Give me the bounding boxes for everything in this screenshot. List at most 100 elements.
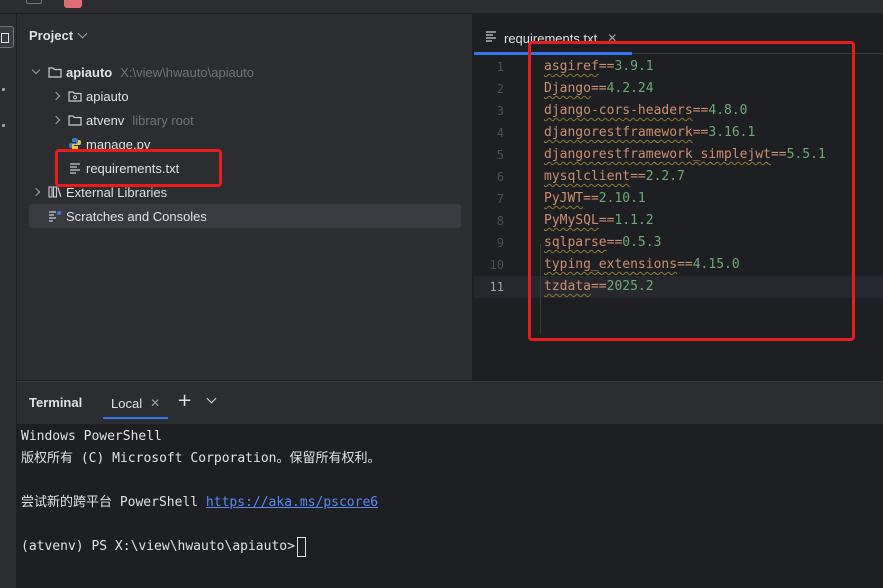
line-number: 3: [496, 104, 504, 118]
tree-item-external-libraries[interactable]: External Libraries: [29, 180, 167, 204]
folder-icon: [67, 112, 83, 128]
code-line[interactable]: sqlparse==0.5.3: [544, 232, 661, 254]
package-name: PyMySQL: [544, 213, 599, 228]
library-root-note: library root: [132, 112, 194, 128]
line-number: 11: [489, 280, 504, 294]
tree-item-apiauto[interactable]: apiauto: [49, 84, 129, 108]
python-file-icon: [67, 136, 83, 152]
package-name: typing_extensions: [544, 257, 678, 272]
chevron-right-icon[interactable]: [29, 184, 45, 200]
package-name: asgiref: [544, 59, 599, 74]
folder-icon: [47, 64, 63, 80]
line-number: 8: [496, 214, 504, 228]
line-number: 10: [489, 258, 504, 272]
version-operator: ==: [692, 103, 709, 118]
terminal-text: 尝试新的跨平台 PowerShell: [21, 495, 206, 510]
line-number-gutter: 1 2 3 4 5 6 7 8 9 10 11: [474, 55, 536, 380]
version-operator: ==: [598, 59, 615, 74]
plus-icon[interactable]: +: [177, 392, 193, 410]
tree-item-requirements-txt[interactable]: requirements.txt: [65, 156, 179, 180]
editor-area: requirements.txt ✕ 1 2 3 4 5 6 7 8 9 10 11 asgiref…: [474, 14, 883, 380]
code-line[interactable]: tzdata==2025.2: [544, 276, 654, 298]
version-operator: ==: [692, 125, 709, 140]
code-line[interactable]: djangorestframework_simplejwt==5.5.1: [544, 144, 826, 166]
close-icon[interactable]: ✕: [607, 31, 617, 45]
chevron-down-icon: [77, 28, 88, 38]
package-version: 3.16.1: [708, 125, 756, 140]
code-line[interactable]: Django==4.2.24: [544, 78, 654, 100]
tree-item-root[interactable]: apiauto X:\view\hwauto\apiauto: [29, 60, 254, 84]
version-operator: ==: [770, 147, 787, 162]
scratches-icon: [47, 208, 63, 224]
text-cursor[interactable]: [296, 536, 306, 557]
terminal-line: 版权所有 (C) Microsoft Corporation。保留所有权利。: [21, 451, 381, 466]
main-menu-icon[interactable]: [26, 0, 42, 4]
project-tool-icon[interactable]: [0, 26, 14, 48]
pscore6-link[interactable]: https://aka.ms/pscore6: [206, 495, 378, 510]
tool-dot-icon[interactable]: [2, 124, 5, 127]
version-operator: ==: [583, 191, 599, 206]
version-operator: ==: [677, 257, 693, 272]
project-badge-icon[interactable]: [64, 0, 82, 8]
version-operator: ==: [590, 279, 607, 294]
version-operator: ==: [590, 81, 607, 96]
package-version: 2.10.1: [598, 191, 646, 206]
activity-bar: [0, 14, 17, 588]
line-number: 5: [496, 148, 504, 162]
chevron-right-icon[interactable]: [49, 112, 65, 128]
library-icon: [47, 184, 63, 200]
title-bar: [0, 0, 883, 14]
package-name: tzdata: [544, 279, 591, 294]
code-line[interactable]: PyMySQL==1.1.2: [544, 210, 654, 232]
panel-title: Project: [29, 27, 74, 43]
terminal-output[interactable]: Windows PowerShell 版权所有 (C) Microsoft Co…: [21, 426, 881, 586]
package-name: djangorestframework: [544, 125, 693, 140]
tree-item-label: requirements.txt: [86, 160, 180, 176]
line-number: 6: [496, 170, 504, 184]
tree-item-label: Scratches and Consoles: [66, 208, 207, 224]
chevron-down-icon[interactable]: [205, 394, 219, 408]
package-name: djangorestframework_simplejwt: [544, 147, 771, 162]
tree-item-label: External Libraries: [66, 184, 168, 200]
package-version: 2025.2: [606, 279, 654, 294]
terminal-header: Terminal Local ✕ +: [17, 382, 883, 424]
tree-item-manage-py[interactable]: manage.py: [65, 132, 150, 156]
project-view-selector[interactable]: Project: [29, 26, 88, 44]
package-folder-icon: [67, 88, 83, 104]
tab-label: requirements.txt: [504, 30, 598, 46]
tab-terminal-local[interactable]: Local ✕: [103, 389, 169, 419]
version-operator: ==: [598, 213, 615, 228]
package-version: 5.5.1: [786, 147, 826, 162]
chevron-down-icon[interactable]: [29, 64, 45, 80]
terminal-panel: Terminal Local ✕ + Windows PowerShell 版权…: [17, 381, 883, 588]
code-line[interactable]: asgiref==3.9.1: [544, 56, 654, 78]
tree-item-label: apiauto: [86, 88, 129, 104]
line-number: 9: [496, 236, 504, 250]
chevron-right-icon[interactable]: [49, 88, 65, 104]
indent-guide: [540, 244, 541, 334]
root-folder-path: X:\view\hwauto\apiauto: [120, 64, 254, 80]
tab-requirements-txt[interactable]: requirements.txt ✕: [474, 22, 632, 55]
tool-dot-icon[interactable]: [2, 88, 5, 91]
code-line[interactable]: typing_extensions==4.15.0: [544, 254, 740, 276]
tree-item-label: atvenv: [86, 112, 125, 128]
package-version: 4.15.0: [692, 257, 740, 272]
close-icon[interactable]: ✕: [150, 396, 160, 410]
terminal-tab-label: Local: [111, 395, 143, 411]
code-line[interactable]: django-cors-headers==4.8.0: [544, 100, 748, 122]
tree-item-atvenv[interactable]: atvenv library root: [49, 108, 194, 132]
code-line[interactable]: djangorestframework==3.16.1: [544, 122, 755, 144]
editor-tab-bar: requirements.txt ✕: [474, 14, 883, 55]
code-line[interactable]: PyJWT==2.10.1: [544, 188, 646, 210]
tree-item-label: manage.py: [86, 136, 151, 152]
project-panel: Project apiauto X:\view\hwauto\apiauto a…: [17, 14, 473, 380]
tree-item-scratches-consoles[interactable]: Scratches and Consoles: [29, 204, 461, 228]
line-number: 7: [496, 192, 504, 206]
package-version: 0.5.3: [622, 235, 662, 250]
line-number: 1: [496, 60, 504, 74]
text-file-icon: [484, 30, 498, 46]
package-name: mysqlclient: [544, 169, 631, 184]
terminal-prompt: (atvenv) PS X:\view\hwauto\apiauto>: [21, 539, 295, 554]
code-line[interactable]: mysqlclient==2.2.7: [544, 166, 685, 188]
